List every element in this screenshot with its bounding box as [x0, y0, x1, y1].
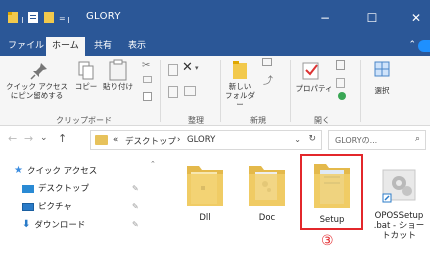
cut-icon[interactable]: ✂: [142, 60, 150, 71]
organize-group-label: 整理: [188, 116, 204, 125]
properties-button[interactable]: プロパティ: [294, 84, 334, 93]
desktop-icon: [22, 184, 34, 193]
delete-icon[interactable]: ✕: [182, 60, 193, 75]
nav-item-label: ダウンロード: [34, 220, 86, 231]
ribbon-separator: [290, 60, 291, 122]
selection-highlight: [300, 154, 363, 230]
pin-icon[interactable]: ✎: [132, 202, 139, 211]
properties-icon: [302, 62, 319, 80]
download-icon: ⬇: [22, 219, 31, 230]
maximize-button[interactable]: ☐: [358, 6, 386, 30]
select-all-icon: [374, 61, 390, 77]
file-name-line1: OPOSSetup: [374, 211, 424, 221]
pin-icon[interactable]: ✎: [132, 220, 139, 229]
address-dropdown-icon[interactable]: ⌄: [294, 135, 301, 144]
file-name: Doc: [258, 213, 276, 223]
open-group-label: 開く: [314, 116, 330, 125]
ribbon-separator: [360, 60, 361, 122]
nav-scroll-up-icon[interactable]: ⌃: [150, 160, 156, 168]
copy-path-icon[interactable]: [143, 76, 152, 83]
new-folder-label-line1: 新しい: [228, 82, 252, 91]
forward-button[interactable]: →: [24, 132, 33, 145]
ribbon-tab-row: ファイル ホーム 共有 表示 ⌃: [0, 37, 430, 56]
refresh-icon[interactable]: ↻: [308, 134, 316, 144]
tab-file[interactable]: ファイル: [2, 37, 50, 56]
history-icon[interactable]: [338, 92, 346, 100]
breadcrumb-separator: ›: [177, 135, 181, 145]
breadcrumb-glory[interactable]: GLORY: [187, 135, 215, 145]
close-button[interactable]: ✕: [402, 6, 430, 30]
ribbon: クイック アクセス にピン留めする コピー 貼り付け ✂ クリップボード ✕ ▾…: [0, 56, 430, 126]
pin-to-quick-access-button[interactable]: クイック アクセス にピン留めする: [4, 82, 70, 100]
easy-access-icon[interactable]: ⤴: [263, 72, 273, 87]
new-folder-label-line2: フォルダー: [225, 91, 255, 109]
minimize-button[interactable]: −: [311, 6, 339, 30]
new-folder-button[interactable]: 新しい フォルダー: [222, 82, 258, 109]
new-item-icon[interactable]: [262, 58, 272, 66]
copy-button[interactable]: コピー: [72, 82, 100, 91]
new-folder-icon: [233, 61, 247, 79]
file-item-dll[interactable]: Dll: [174, 154, 236, 223]
tab-view[interactable]: 表示: [122, 37, 152, 56]
nav-item-downloads[interactable]: ⬇ ダウンロード: [22, 218, 85, 232]
file-name-line3: トカット: [381, 231, 416, 241]
paste-button[interactable]: 貼り付け: [102, 82, 134, 91]
file-name-line2: .bat - ショー: [373, 221, 425, 231]
copy-to-icon[interactable]: [168, 86, 178, 98]
paste-shortcut-icon[interactable]: [143, 92, 152, 101]
breadcrumb-overflow[interactable]: «: [113, 135, 118, 145]
select-button[interactable]: 選択: [370, 86, 394, 95]
title-bar: = GLORY − ☐ ✕: [0, 0, 430, 37]
pin-label-line1: クイック アクセス: [5, 82, 68, 91]
navigation-pane: ★ クイック アクセス デスクトップ ✎ ピクチャ ✎ ⬇ ダウンロード ✎: [0, 154, 150, 272]
window-title: GLORY: [86, 11, 121, 22]
back-button[interactable]: ←: [8, 132, 17, 145]
folder-icon: [187, 166, 223, 206]
breadcrumb-desktop[interactable]: デスクトップ: [125, 135, 176, 147]
ribbon-separator: [220, 60, 221, 122]
rename-icon[interactable]: [184, 86, 196, 96]
tab-home[interactable]: ホーム: [46, 37, 85, 56]
edit-icon[interactable]: [336, 78, 345, 88]
pin-icon[interactable]: ✎: [132, 184, 139, 193]
up-button[interactable]: ↑: [58, 132, 67, 145]
recent-locations-button[interactable]: ⌄: [40, 133, 48, 143]
quick-access-toolbar[interactable]: =: [8, 11, 80, 25]
move-to-icon[interactable]: [168, 64, 178, 76]
batch-shortcut-icon: [382, 169, 416, 203]
pin-icon: [30, 63, 47, 80]
search-placeholder: GLORYの...: [335, 136, 378, 145]
ribbon-separator: [160, 60, 161, 122]
nav-item-label: デスクトップ: [38, 184, 90, 194]
svg-text:=: =: [59, 14, 66, 23]
step-number: ③: [321, 233, 334, 249]
collapse-ribbon-icon[interactable]: ⌃: [408, 40, 416, 50]
nav-item-label: クイック アクセス: [26, 166, 98, 177]
clipboard-group-label: クリップボード: [56, 116, 112, 125]
search-box[interactable]: GLORYの... ⌕: [328, 130, 426, 150]
star-icon: ★: [14, 165, 23, 176]
folder-icon: [95, 135, 108, 145]
address-row: ← → ⌄ ↑ « デスクトップ › GLORY ⌄ ↻ GLORYの... ⌕: [0, 126, 430, 154]
search-icon: ⌕: [414, 134, 420, 144]
new-group-label: 新規: [250, 116, 266, 125]
delete-dropdown-icon[interactable]: ▾: [195, 64, 199, 72]
folder-icon: [249, 166, 285, 206]
nav-item-quick-access[interactable]: ★ クイック アクセス: [14, 164, 97, 178]
pictures-icon: [22, 202, 34, 211]
address-bar[interactable]: « デスクトップ › GLORY ⌄ ↻: [90, 130, 322, 150]
copy-icon: [78, 61, 94, 80]
file-item-doc[interactable]: Doc: [236, 154, 298, 223]
tab-share[interactable]: 共有: [88, 37, 118, 56]
nav-item-label: ピクチャ: [38, 202, 72, 212]
paste-icon: [109, 59, 127, 81]
nav-item-pictures[interactable]: ピクチャ: [22, 200, 72, 214]
open-icon[interactable]: [336, 60, 345, 70]
nav-item-desktop[interactable]: デスクトップ: [22, 182, 89, 196]
file-name: Dll: [199, 213, 211, 223]
help-icon[interactable]: [418, 40, 430, 52]
pin-label-line2: にピン留めする: [10, 91, 64, 100]
file-item-opossetup-shortcut[interactable]: OPOSSetup .bat - ショー トカット: [367, 154, 430, 241]
